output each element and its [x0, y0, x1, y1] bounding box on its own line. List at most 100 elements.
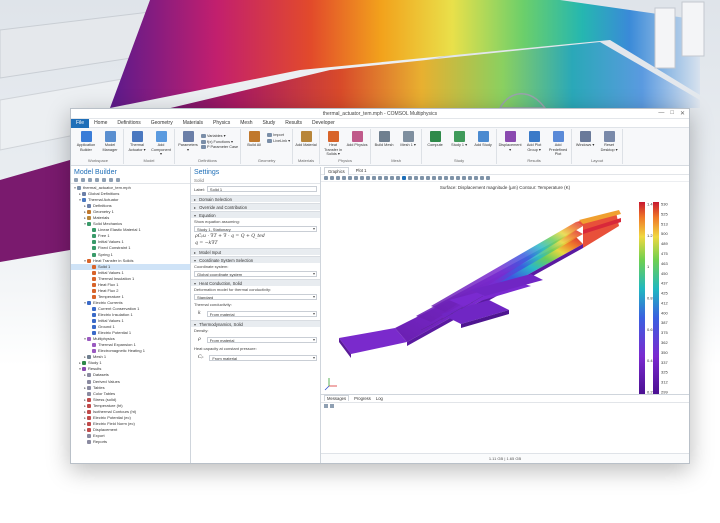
tree-node[interactable]: Reports — [71, 439, 190, 445]
ribbon-button-0-1[interactable]: Model Manager — [99, 131, 121, 152]
menu-tab-study[interactable]: Study — [257, 119, 280, 128]
density-select[interactable]: From material — [206, 336, 317, 343]
graphics-tool-icon[interactable] — [372, 175, 376, 180]
deformation-model-select[interactable]: Standard — [194, 294, 317, 300]
menu-tab-file[interactable]: File — [71, 118, 90, 128]
forward-icon[interactable] — [81, 178, 85, 182]
coord-system-select[interactable]: Global coordinate system — [194, 271, 317, 277]
ribbon-button-5-1[interactable]: Add Physics — [346, 131, 368, 148]
ribbon-small-button[interactable]: P Parameter Case — [201, 145, 238, 149]
ribbon-button-1-0[interactable]: Thermal Actuator ▾ — [126, 131, 148, 152]
ribbon-button-7-0[interactable]: Compute — [424, 131, 446, 148]
back-icon[interactable] — [74, 178, 78, 182]
section-thermodynamics[interactable]: ▾ Thermodynamics, Solid — [191, 320, 320, 327]
menu-tab-mesh[interactable]: Mesh — [235, 119, 257, 128]
graphics-tool-icon[interactable] — [444, 175, 448, 180]
graphics-tool-icon[interactable] — [438, 175, 442, 180]
graphics-tool-icon[interactable] — [384, 175, 388, 180]
tab-graphics[interactable]: Graphics — [324, 166, 349, 175]
show-icon[interactable] — [102, 178, 106, 182]
actuator-plot[interactable]: 1.41.210.80.60.40.2 53052551350048947546… — [321, 182, 690, 397]
graphics-tool-icon[interactable] — [420, 175, 424, 180]
ribbon-button-6-0[interactable]: Build Mesh — [373, 131, 395, 148]
graphics-tool-icon[interactable] — [342, 175, 346, 180]
equation-study-select[interactable]: Study 1, Stationary — [194, 226, 317, 232]
tab-messages[interactable]: Messages — [324, 395, 350, 402]
ribbon-button-label: Add Physics — [346, 143, 368, 147]
section-heat-conduction[interactable]: ▾ Heat Conduction, Solid — [191, 279, 320, 286]
graphics-tool-icon[interactable] — [378, 175, 382, 180]
ribbon-small-button[interactable]: Variables ▾ — [201, 133, 238, 138]
minimize-button[interactable]: — — [658, 110, 664, 117]
graphics-tool-icon[interactable] — [396, 175, 400, 180]
graphics-tool-icon[interactable] — [474, 175, 478, 180]
graphics-view[interactable]: 1.4 1.2 1 0.8 0.6 0.4 0.2 530 525 513 500 489 475 46… — [321, 181, 690, 397]
up-icon[interactable] — [88, 178, 92, 182]
graphics-tool-icon[interactable] — [360, 175, 364, 180]
close-button[interactable]: ✕ — [680, 110, 685, 117]
menu-tab-home[interactable]: Home — [89, 119, 112, 128]
graphics-tool-icon[interactable] — [402, 175, 406, 180]
ribbon-button-9-0[interactable]: Windows ▾ — [574, 131, 596, 148]
collapse-icon[interactable] — [109, 178, 113, 182]
ribbon-small-button[interactable]: Import — [267, 133, 290, 137]
graphics-tool-icon[interactable] — [336, 175, 340, 180]
graphics-tool-icon[interactable] — [462, 175, 466, 180]
tab-plot-1[interactable]: Plot 1 — [353, 167, 370, 175]
graphics-tool-icon[interactable] — [426, 175, 430, 180]
ribbon-button-4-0[interactable]: Add Material — [295, 131, 317, 148]
ribbon-button-8-2[interactable]: Add Predefined Plot — [547, 131, 569, 157]
ribbon-button-7-1[interactable]: Study 1 ▾ — [448, 131, 470, 148]
ribbon-button-0-0[interactable]: Application Builder — [75, 131, 97, 152]
section-model-input[interactable]: ▸ Model Input — [191, 248, 320, 255]
maximize-button[interactable]: □ — [670, 110, 674, 117]
ribbon-small-button[interactable]: f(x) Functions ▾ — [201, 139, 238, 144]
graphics-tool-icon[interactable] — [354, 175, 358, 180]
down-icon[interactable] — [95, 178, 99, 182]
graphics-tool-icon[interactable] — [324, 175, 328, 180]
menu-tab-definitions[interactable]: Definitions — [112, 119, 145, 128]
ribbon-button-7-2[interactable]: Add Study — [472, 131, 494, 148]
tree-node-icon — [87, 337, 91, 342]
ribbon-button-6-1[interactable]: Mesh 1 ▾ — [397, 131, 419, 148]
menu-tab-results[interactable]: Results — [280, 119, 307, 128]
tab-log[interactable]: Log — [376, 396, 383, 401]
conductivity-select[interactable]: From material — [206, 310, 317, 317]
graphics-tool-icon[interactable] — [456, 175, 460, 180]
menu-tab-materials[interactable]: Materials — [178, 119, 208, 128]
graphics-tool-icon[interactable] — [408, 175, 412, 180]
tab-progress[interactable]: Progress — [354, 396, 371, 401]
ribbon-button-1-1[interactable]: Add Component ▾ — [150, 131, 172, 157]
ribbon-button-9-1[interactable]: Reset Desktop ▾ — [598, 131, 620, 152]
heat-capacity-select[interactable]: From material — [209, 354, 317, 361]
graphics-tool-icon[interactable] — [486, 175, 490, 180]
label-input[interactable]: Solid 1 — [206, 186, 317, 192]
graphics-tool-icon[interactable] — [432, 175, 436, 180]
ribbon-button-8-0[interactable]: Displacement ▾ — [499, 131, 522, 152]
section-domain-selection[interactable]: ▸ Domain Selection — [191, 195, 320, 202]
menu-tab-geometry[interactable]: Geometry — [146, 119, 178, 128]
graphics-tool-icon[interactable] — [468, 175, 472, 180]
section-override[interactable]: ▸ Override and Contribution — [191, 203, 320, 210]
ribbon-button-5-0[interactable]: Heat Transfer in Solids ▾ — [322, 131, 344, 157]
menu-tab-physics[interactable]: Physics — [208, 119, 235, 128]
graphics-tool-icon[interactable] — [390, 175, 394, 180]
ribbon-button-icon — [327, 131, 339, 142]
expand-icon[interactable] — [116, 178, 120, 182]
graphics-tool-icon[interactable] — [330, 175, 334, 180]
graphics-tool-icon[interactable] — [366, 175, 370, 180]
ribbon-button-3-0[interactable]: Build All — [243, 131, 265, 148]
clear-icon[interactable] — [324, 404, 328, 409]
graphics-tool-icon[interactable] — [450, 175, 454, 180]
section-equation[interactable]: ▾ Equation — [191, 211, 320, 218]
section-coordinate-system[interactable]: ▾ Coordinate System Selection — [191, 256, 320, 263]
graphics-tool-icon[interactable] — [480, 175, 484, 180]
copy-icon[interactable] — [330, 404, 334, 409]
colorbar-tick-label: 0.6 — [647, 327, 653, 332]
ribbon-button-2-0[interactable]: Parameters ▾ — [177, 131, 199, 152]
menu-tab-developer[interactable]: Developer — [307, 119, 340, 128]
graphics-tool-icon[interactable] — [348, 175, 352, 180]
graphics-tool-icon[interactable] — [414, 175, 418, 180]
ribbon-small-button[interactable]: LiveLink ▾ — [267, 138, 290, 143]
ribbon-button-8-1[interactable]: Add Plot Group ▾ — [523, 131, 545, 152]
